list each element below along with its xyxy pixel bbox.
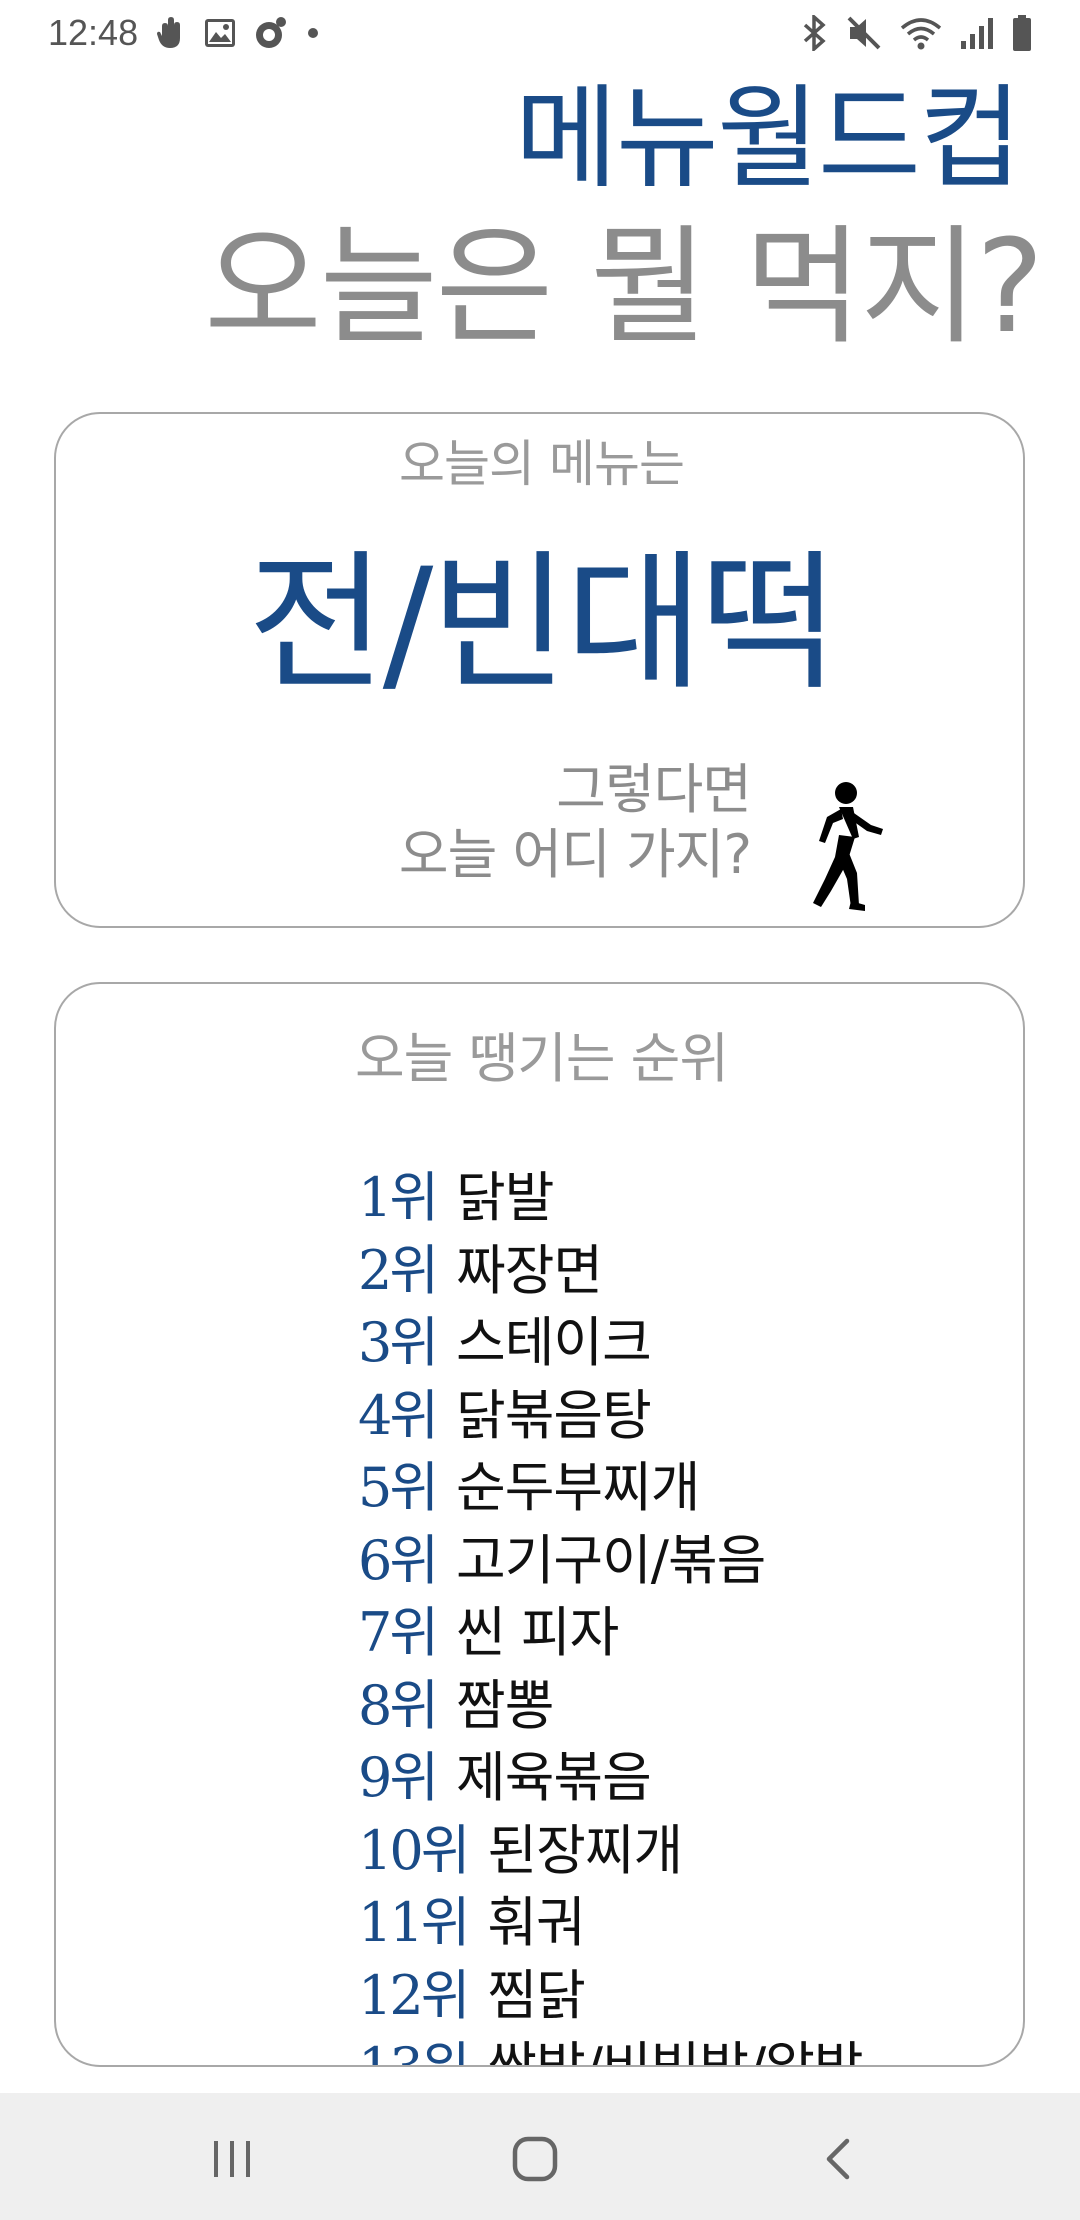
camera-notification-icon <box>254 16 288 50</box>
home-button[interactable] <box>495 2119 575 2199</box>
status-bar: 12:48 <box>0 0 1080 66</box>
ranking-card[interactable]: 오늘 땡기는 순위 1위 닭발 2위 짜장면 3위 스테이크 4위 닭볶음탕 5위 순두부… <box>54 982 1025 2067</box>
rank-number: 7위 <box>358 1601 439 1664</box>
list-item: 11위 훠궈 <box>358 1887 863 1960</box>
list-item: 4위 닭볶음탕 <box>358 1380 863 1453</box>
status-left: 12:48 <box>48 12 320 54</box>
bluetooth-icon <box>802 15 828 51</box>
list-item: 2위 짜장면 <box>358 1235 863 1308</box>
rank-menu-name: 쌈밥/비빔밥/알밥 <box>487 2036 863 2065</box>
rank-number: 10위 <box>358 1818 470 1882</box>
cellular-signal-icon <box>960 17 994 49</box>
navigation-bar <box>0 2093 1080 2220</box>
dot-indicator-icon <box>306 26 320 40</box>
list-item: 3위 스테이크 <box>358 1307 863 1380</box>
rank-number: 8위 <box>358 1673 439 1737</box>
rank-menu-name: 찜닭 <box>487 1963 585 2027</box>
rank-menu-name: 짜장면 <box>456 1238 603 1302</box>
app-subtitle: 오늘은 뭘 먹지? <box>204 213 1044 362</box>
rank-number: 2위 <box>358 1238 439 1302</box>
walking-person-button[interactable] <box>766 766 916 926</box>
recent-apps-icon <box>214 2141 250 2177</box>
list-item: 6위 고기구이/볶음 <box>358 1525 863 1598</box>
mute-icon <box>846 15 882 51</box>
rank-menu-name: 스테이크 <box>456 1311 652 1374</box>
walking-person-icon <box>813 782 883 911</box>
menu-caption: 오늘의 메뉴는 <box>399 435 685 493</box>
rank-number: 1위 <box>358 1166 439 1229</box>
list-item: 12위 찜닭 <box>358 1960 863 2033</box>
rank-menu-name: 된장찌개 <box>487 1818 683 1882</box>
image-notification-icon <box>204 18 236 48</box>
menu-result-card: 오늘의 메뉴는 전/빈대떡 그렇다면 오늘 어디 가지? <box>54 412 1025 928</box>
list-item: 8위 짬뽕 <box>358 1670 863 1743</box>
list-item: 5위 순두부찌개 <box>358 1452 863 1525</box>
rank-menu-name: 닭볶음탕 <box>456 1383 652 1447</box>
recent-apps-button[interactable] <box>192 2119 272 2199</box>
status-right <box>802 15 1032 51</box>
rank-menu-name: 닭발 <box>456 1166 554 1229</box>
hand-notification-icon <box>156 16 186 50</box>
menu-result: 전/빈대떡 <box>247 537 839 711</box>
list-item: 1위 닭발 <box>358 1162 863 1235</box>
rank-number: 9위 <box>358 1746 439 1809</box>
rank-number: 11위 <box>358 1891 470 1954</box>
rank-number: 13위 <box>358 2036 470 2065</box>
rank-menu-name: 훠궈 <box>487 1891 585 1954</box>
app-title: 메뉴월드컵 <box>514 74 1022 204</box>
screen: 12:48 메뉴월드컵 오늘은 뭘 먹지? 오늘의 메뉴는 전/빈대떡 그렇다면… <box>0 0 1080 2220</box>
back-button[interactable] <box>798 2119 878 2199</box>
rank-menu-name: 제육볶음 <box>456 1746 652 1809</box>
list-item: 7위 씬 피자 <box>358 1597 863 1670</box>
ranking-list[interactable]: 1위 닭발 2위 짜장면 3위 스테이크 4위 닭볶음탕 5위 순두부찌개 6위 고기구이/… <box>358 1162 864 2065</box>
rank-menu-name: 순두부찌개 <box>456 1456 700 1519</box>
rank-number: 4위 <box>358 1383 439 1447</box>
rank-menu-name: 짬뽕 <box>456 1673 554 1737</box>
rank-number: 6위 <box>358 1528 439 1592</box>
back-icon <box>826 2138 850 2180</box>
rank-number: 3위 <box>358 1311 439 1374</box>
home-icon <box>512 2136 558 2182</box>
battery-icon <box>1012 15 1032 51</box>
ranking-caption: 오늘 땡기는 순위 <box>354 1027 729 1090</box>
where-line-2: 오늘 어디 가지? <box>398 822 752 886</box>
where-to-go-text: 그렇다면 오늘 어디 가지? <box>398 758 752 888</box>
where-line-1: 그렇다면 <box>556 758 752 821</box>
wifi-icon <box>900 16 942 50</box>
list-item: 10위 된장찌개 <box>358 1815 863 1888</box>
rank-number: 5위 <box>358 1456 439 1519</box>
rank-menu-name: 씬 피자 <box>456 1601 619 1664</box>
list-item: 9위 제육볶음 <box>358 1742 863 1815</box>
rank-menu-name: 고기구이/볶음 <box>456 1528 766 1592</box>
rank-number: 12위 <box>358 1963 470 2027</box>
status-time: 12:48 <box>48 12 139 53</box>
list-item: 13위 쌈밥/비빔밥/알밥 <box>358 2032 864 2065</box>
